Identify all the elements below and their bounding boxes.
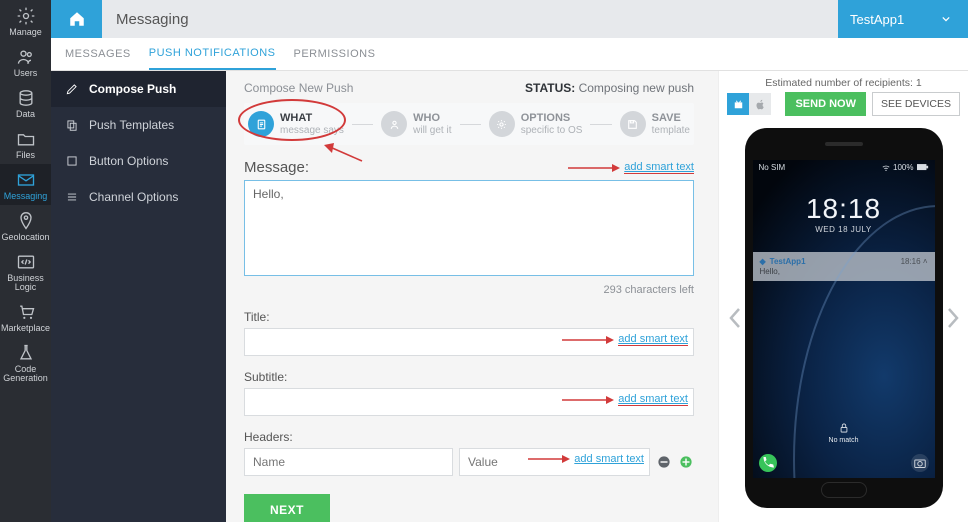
save-icon: [626, 118, 639, 131]
tab-permissions[interactable]: PERMISSIONS: [294, 39, 376, 69]
subtabs: MESSAGES PUSH NOTIFICATIONS PERMISSIONS: [51, 38, 968, 71]
headers-label: Headers:: [244, 430, 293, 444]
lock-icon: [837, 421, 851, 435]
rail-item-geolocation[interactable]: Geolocation: [0, 205, 51, 246]
users-icon: [388, 118, 401, 131]
cart-icon: [16, 302, 36, 322]
preview-panel: Estimated number of recipients: 1 SEND N…: [718, 71, 968, 522]
recipients-text: Estimated number of recipients: 1: [765, 77, 921, 89]
battery-status: 100%: [893, 163, 913, 172]
rail-item-messaging[interactable]: Messaging: [0, 164, 51, 205]
add-smart-text-subtitle[interactable]: add smart text: [618, 393, 688, 406]
page-title: Messaging: [102, 11, 838, 28]
add-smart-text-header[interactable]: add smart text: [574, 453, 644, 465]
add-smart-text-title[interactable]: add smart text: [618, 333, 688, 346]
rail-item-users[interactable]: Users: [0, 41, 51, 82]
doc-icon: [255, 118, 268, 131]
annotation-arrow: [566, 163, 620, 173]
topbar: Messaging TestApp1: [51, 0, 968, 38]
left-rail: Manage Users Data Files Messaging Geoloc…: [0, 0, 51, 522]
folder-icon: [16, 129, 36, 149]
annotation-arrow: [560, 395, 614, 405]
envelope-icon: [16, 170, 36, 190]
add-smart-text-message[interactable]: add smart text: [624, 161, 694, 174]
code-icon: [16, 252, 36, 272]
caret-down-icon: [942, 15, 950, 23]
rail-item-code-generation[interactable]: Code Generation: [0, 337, 51, 387]
plus-circle-icon: [679, 455, 693, 469]
rail-item-marketplace[interactable]: Marketplace: [0, 296, 51, 337]
header-name-input[interactable]: [244, 448, 453, 476]
wifi-icon: [882, 164, 890, 172]
os-ios-button[interactable]: [749, 93, 771, 115]
camera-shortcut: [911, 454, 929, 472]
breadcrumb: Compose New Push: [244, 81, 353, 95]
tab-messages[interactable]: MESSAGES: [65, 39, 131, 69]
rail-item-manage[interactable]: Manage: [0, 0, 51, 41]
gear-icon: [495, 118, 508, 131]
apple-icon: [754, 98, 767, 111]
phone-call-shortcut: [759, 454, 777, 472]
android-icon: [732, 98, 745, 111]
sidenav-push-templates[interactable]: Push Templates: [51, 107, 226, 143]
users-icon: [16, 47, 36, 67]
title-label: Title:: [244, 310, 270, 324]
device-preview: No SIM 100% 18:18 WED 18 JULY: [745, 128, 943, 508]
step-options[interactable]: OPTIONSspecific to OS: [489, 111, 583, 137]
flask-icon: [16, 343, 36, 363]
preview-prev-button[interactable]: [725, 298, 745, 338]
next-button[interactable]: NEXT: [244, 494, 330, 522]
square-icon: [65, 154, 79, 168]
chevron-right-icon: [946, 306, 960, 330]
chevron-left-icon: [728, 306, 742, 330]
sidenav-channel-options[interactable]: Channel Options: [51, 179, 226, 215]
rail-item-business-logic[interactable]: Business Logic: [0, 246, 51, 296]
remove-header-button[interactable]: [656, 454, 672, 470]
app-selector[interactable]: TestApp1: [838, 0, 968, 38]
message-input[interactable]: [244, 180, 694, 276]
pencil-icon: [65, 82, 79, 96]
message-label: Message:: [244, 159, 309, 176]
battery-icon: [917, 164, 929, 171]
sim-status: No SIM: [759, 163, 786, 172]
step-save[interactable]: SAVEtemplate: [620, 111, 690, 137]
list-icon: [65, 190, 79, 204]
step-what[interactable]: WHATmessage says: [248, 111, 344, 137]
preview-next-button[interactable]: [943, 298, 963, 338]
sidenav: Compose Push Push Templates Button Optio…: [51, 71, 226, 522]
annotation-arrow: [526, 454, 570, 464]
phone-icon: [759, 454, 777, 472]
home-icon: [68, 10, 86, 28]
chars-left: 293 characters left: [244, 284, 694, 296]
status-text: STATUS: Composing new push: [525, 81, 694, 95]
wizard-steps: WHATmessage says WHOwill get it OPTIONSs…: [244, 103, 694, 145]
subtitle-label: Subtitle:: [244, 370, 287, 384]
minus-circle-icon: [657, 455, 671, 469]
sidenav-button-options[interactable]: Button Options: [51, 143, 226, 179]
annotation-arrow: [560, 335, 614, 345]
database-icon: [16, 88, 36, 108]
os-android-button[interactable]: [727, 93, 749, 115]
sidenav-compose-push[interactable]: Compose Push: [51, 71, 226, 107]
marker-icon: [16, 211, 36, 231]
send-now-button[interactable]: SEND NOW: [785, 92, 866, 116]
home-button[interactable]: [51, 0, 102, 38]
see-devices-button[interactable]: SEE DEVICES: [872, 92, 960, 116]
step-who[interactable]: WHOwill get it: [381, 111, 451, 137]
rail-item-data[interactable]: Data: [0, 82, 51, 123]
rail-item-files[interactable]: Files: [0, 123, 51, 164]
add-header-button[interactable]: [678, 454, 694, 470]
gear-icon: [16, 6, 36, 26]
tab-push-notifications[interactable]: PUSH NOTIFICATIONS: [149, 38, 276, 70]
lock-date: WED 18 JULY: [753, 225, 935, 234]
copy-icon: [65, 118, 79, 132]
camera-icon: [911, 454, 929, 472]
